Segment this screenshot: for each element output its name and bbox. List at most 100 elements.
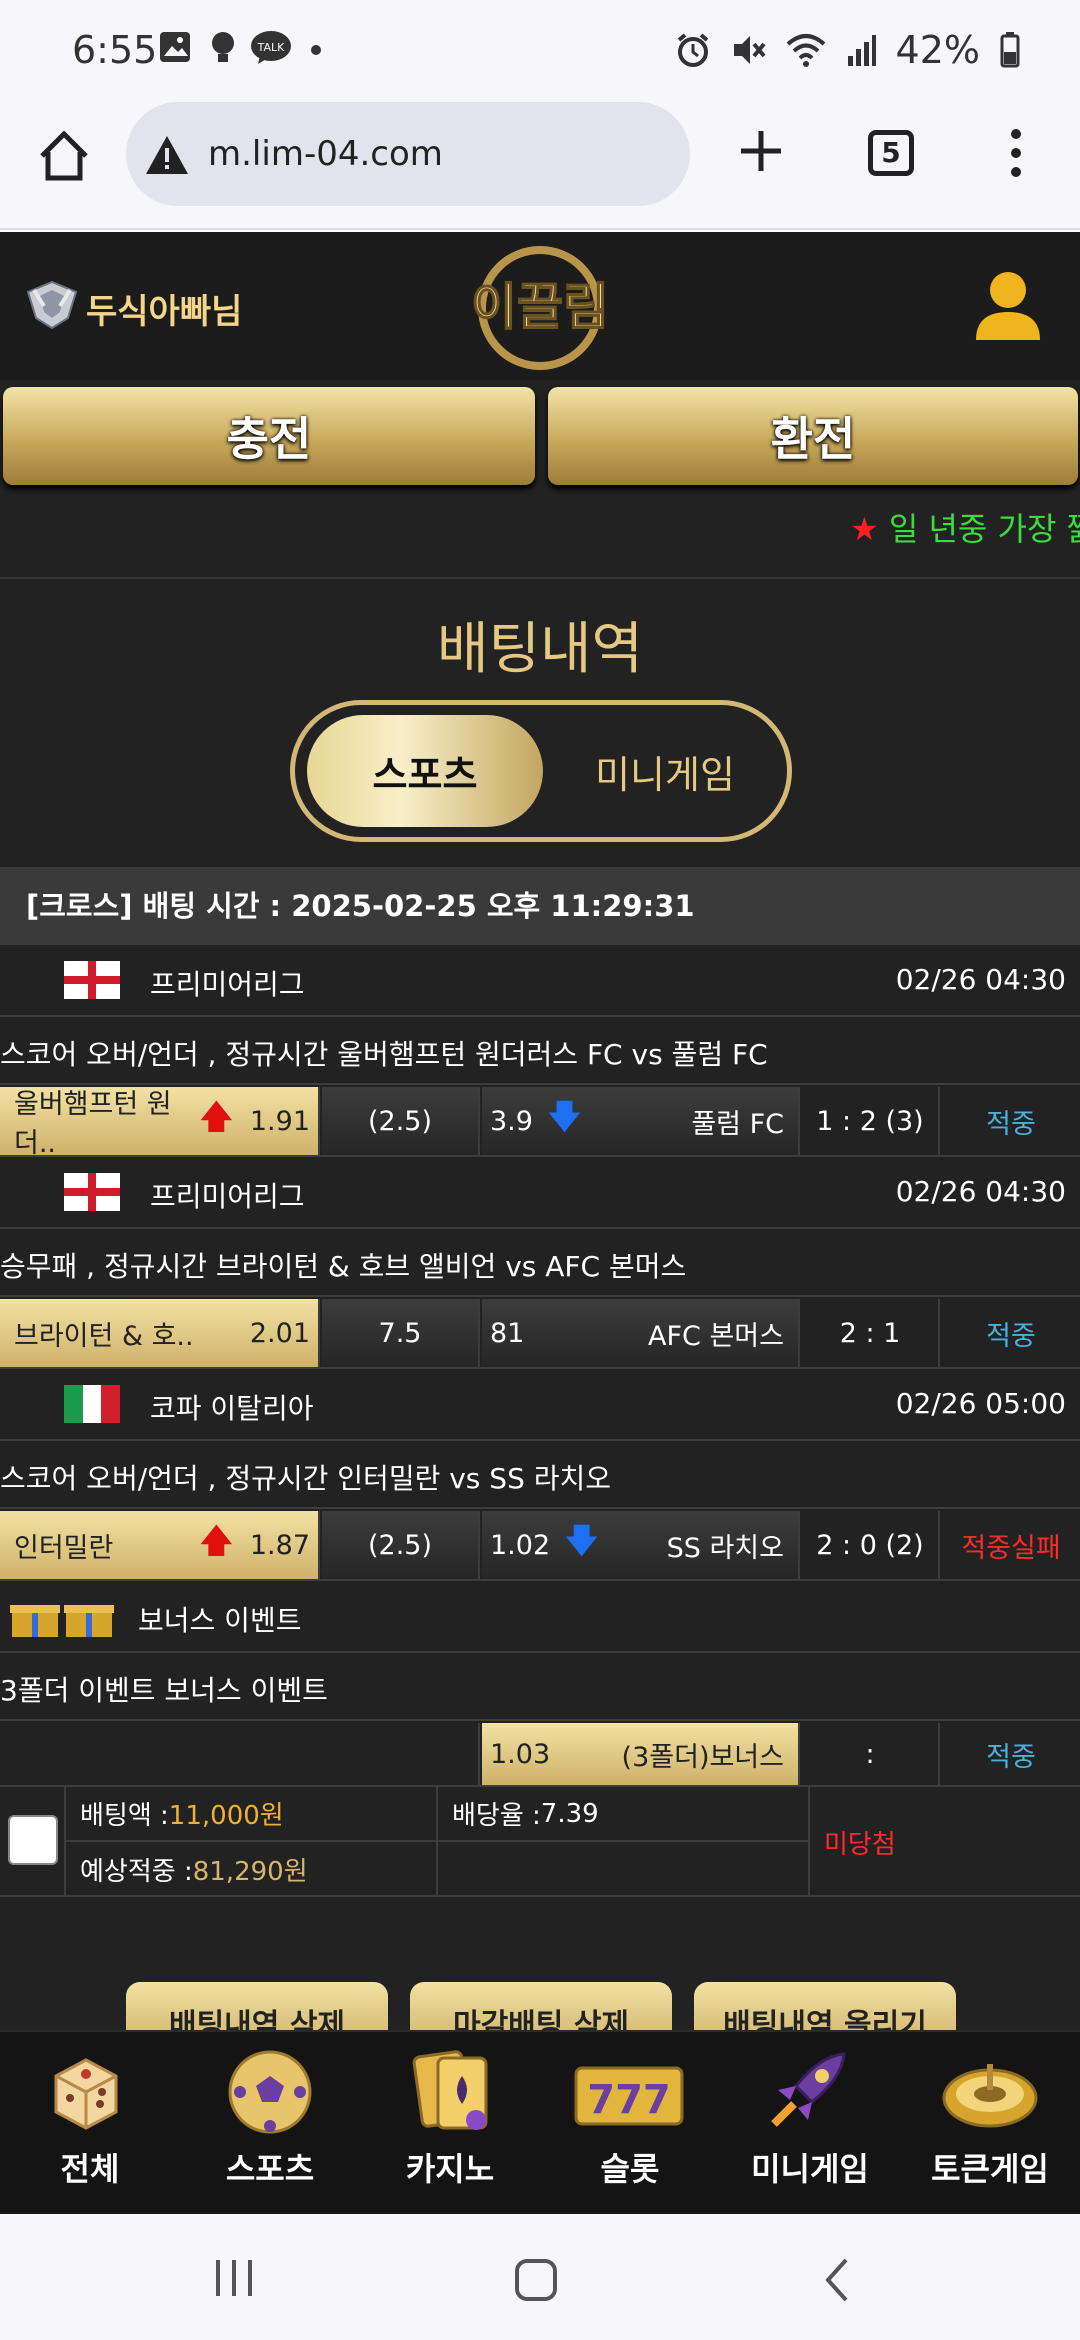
recent-apps-icon[interactable]: [212, 2258, 256, 2298]
tab-minigame[interactable]: 미니게임: [547, 715, 783, 827]
result-badge: 적중실패: [961, 1532, 1061, 1564]
home-odds: 1.91: [249, 1105, 310, 1137]
away-team: SS 라치오: [666, 1532, 784, 1564]
expected-win-value: 81,290원: [192, 1857, 308, 1887]
league-name: 프리미어리그: [150, 1180, 305, 1213]
system-home-icon[interactable]: [514, 2258, 558, 2302]
roulette-icon: [942, 2064, 1038, 2128]
bet-type-tabs: 스포츠 미니게임: [290, 700, 792, 842]
away-team: 풀럼 FC: [691, 1108, 784, 1140]
new-tab-icon[interactable]: [738, 128, 784, 174]
bet-amount: 배팅액 :11,000원: [66, 1787, 438, 1842]
home-team: 인터밀란: [14, 1532, 114, 1564]
match-date: 02/26 05:00: [895, 1387, 1066, 1420]
site-content: 두식아빠님 이끌림 충전 환전 ★ 일 년중 가장 짧 배팅내역 스포츠 미니게…: [0, 232, 1080, 2212]
site-header: 두식아빠님 이끌림: [0, 232, 1080, 380]
league-row: 프리미어리그 02/26 04:30: [0, 1157, 1080, 1229]
nav-label: 슬롯: [600, 2150, 660, 2188]
tab-sports[interactable]: 스포츠: [307, 715, 543, 827]
alarm-icon: [677, 33, 708, 67]
page-title: 배팅내역: [436, 617, 644, 682]
nav-label: 카지노: [405, 2150, 495, 2188]
bulb-icon: [212, 32, 234, 62]
home-pick: 울버햄프턴 원더.. 🡅 1.91: [0, 1087, 320, 1159]
league-row: 코파 이탈리아 02/26 05:00: [0, 1369, 1080, 1441]
svg-text:이끌림: 이끌림: [471, 278, 609, 336]
bet-row: 브라이턴 & 호.. 2.01 7.5 81 AFC 본머스 2 : 1 적중: [0, 1299, 1080, 1369]
home-icon[interactable]: [36, 128, 92, 184]
cards-icon: [412, 2050, 488, 2130]
handicap-value: (2.5): [322, 1511, 480, 1579]
bonus-description-text: 3폴더 이벤트 보너스 이벤트: [0, 1674, 328, 1707]
site-logo[interactable]: 이끌림: [450, 242, 630, 374]
user-avatar-icon[interactable]: [972, 268, 1044, 344]
select-checkbox[interactable]: [8, 1815, 58, 1865]
bet-description: 스코어 오버/언더 , 정규시간 인터밀란 vs SS 라치오: [0, 1443, 1080, 1509]
arrow-down-icon: 🡇: [546, 1096, 582, 1137]
draw-odds: 7.5: [322, 1299, 480, 1367]
kakaotalk-icon: TALK: [251, 31, 291, 64]
bonus-score: :: [802, 1723, 940, 1785]
nav-minigame[interactable]: 미니게임: [720, 2032, 900, 2216]
home-odds: 2.01: [249, 1317, 310, 1349]
warning-icon[interactable]: [144, 134, 190, 176]
back-icon[interactable]: [822, 2256, 852, 2304]
wifi-icon: [786, 34, 825, 67]
svg-text:777: 777: [587, 2077, 671, 2123]
nav-casino[interactable]: 카지노: [360, 2032, 540, 2216]
withdraw-button[interactable]: 환전: [548, 387, 1078, 485]
away-pick: 3.9 🡇 풀럼 FC: [482, 1087, 800, 1155]
bet-description-text: 스코어 오버/언더 , 정규시간 인터밀란 vs SS 라치오: [0, 1462, 612, 1495]
mute-icon: [733, 36, 766, 64]
home-team: 브라이턴 & 호..: [14, 1320, 194, 1352]
bet-description-text: 스코어 오버/언더 , 정규시간 울버햄프턴 원더러스 FC vs 풀럼 FC: [0, 1038, 768, 1071]
home-team: 울버햄프턴 원더..: [14, 1089, 172, 1159]
rank-badge-icon: [26, 280, 78, 330]
star-icon: ★: [850, 510, 879, 548]
away-pick: 81 AFC 본머스: [482, 1299, 800, 1367]
url-text: m.lim-04.com: [208, 134, 443, 174]
bonus-row: 보너스 이벤트: [0, 1581, 1080, 1653]
soccer-ball-icon: [228, 2050, 312, 2134]
bet-row: 인터밀란 🡅 1.87 (2.5) 1.02 🡇 SS 라치오 2 : 0 (2) 적중…: [0, 1511, 1080, 1581]
league-name: 코파 이탈리아: [150, 1392, 314, 1425]
result-badge: 적중: [986, 1741, 1036, 1773]
empty-cell: [0, 1723, 480, 1785]
more-menu-icon[interactable]: [1006, 128, 1026, 178]
bonus-label: (3폴더)보너스: [621, 1741, 784, 1773]
bonus-title: 보너스 이벤트: [138, 1604, 302, 1637]
match-date: 02/26 04:30: [895, 963, 1066, 996]
home-pick: 브라이턴 & 호.. 2.01: [0, 1299, 320, 1367]
arrow-up-icon: 🡅: [198, 1520, 234, 1561]
deposit-button[interactable]: 충전: [3, 387, 535, 485]
final-score: 2 : 0 (2): [802, 1511, 940, 1579]
bet-summary: 배팅액 :11,000원 배당율 :7.39 예상적중 :81,290원 미당첨: [0, 1787, 1080, 1897]
status-right: 42%: [676, 28, 1020, 72]
address-bar[interactable]: m.lim-04.com: [126, 102, 690, 206]
browser-toolbar: m.lim-04.com 5: [0, 100, 1080, 230]
dice-icon: [54, 2058, 118, 2130]
username[interactable]: 두식아빠님: [86, 284, 242, 333]
divider: [0, 577, 1080, 579]
away-odds: 1.02: [490, 1529, 551, 1561]
bet-description: 승무패 , 정규시간 브라이턴 & 호브 앨비언 vs AFC 본머스: [0, 1231, 1080, 1297]
match-date: 02/26 04:30: [895, 1175, 1066, 1208]
nav-sports[interactable]: 스포츠: [180, 2032, 360, 2216]
tab-count-button[interactable]: 5: [868, 130, 914, 176]
nav-all[interactable]: 전체: [0, 2032, 180, 2216]
payout-status: 미당첨: [824, 1829, 896, 1860]
bonus-pick: 1.03 (3폴더)보너스: [482, 1723, 800, 1785]
result-badge: 적중: [986, 1320, 1036, 1352]
expected-win-label: 예상적중 :: [80, 1857, 193, 1887]
signal-icon: [847, 35, 876, 66]
nav-slot[interactable]: 777 슬롯: [540, 2032, 720, 2216]
away-pick: 1.02 🡇 SS 라치오: [482, 1511, 800, 1579]
bet-row: 울버햄프턴 원더.. 🡅 1.91 (2.5) 3.9 🡇 풀럼 FC 1 : 2 (3…: [0, 1087, 1080, 1159]
result-badge: 적중: [986, 1108, 1036, 1140]
battery-icon: [1000, 32, 1020, 68]
notice-marquee: ★ 일 년중 가장 짧: [850, 504, 1080, 550]
total-odds-label: 배당율 :: [452, 1801, 541, 1831]
home-pick: 인터밀란 🡅 1.87: [0, 1511, 320, 1579]
nav-token-game[interactable]: 토큰게임: [900, 2032, 1080, 2216]
home-odds: 1.87: [249, 1529, 310, 1561]
